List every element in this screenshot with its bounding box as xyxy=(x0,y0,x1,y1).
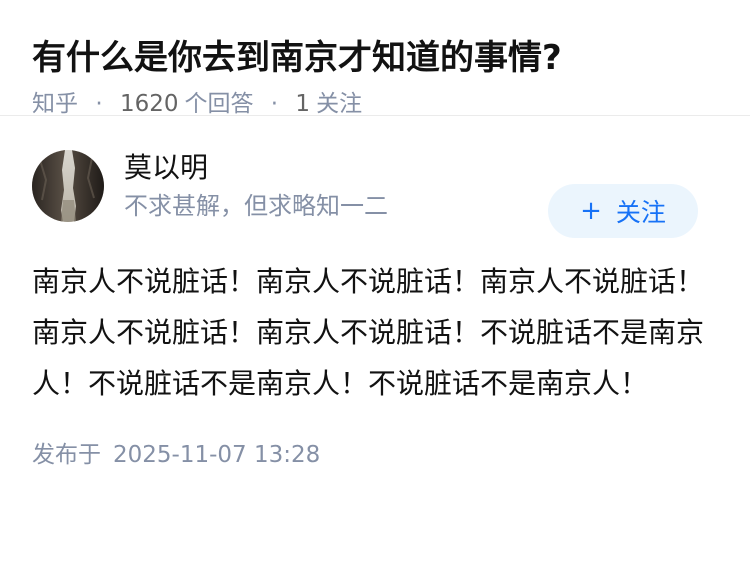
follow-button[interactable]: + 关注 xyxy=(548,184,698,238)
author-row: 莫以明 不求甚解，但求略知一二 + 关注 xyxy=(32,116,718,242)
publish-time: 2025-11-07 13:28 xyxy=(113,442,321,468)
source-label[interactable]: 知乎 xyxy=(32,91,78,117)
avatar[interactable] xyxy=(32,150,104,222)
publish-label: 发布于 xyxy=(32,442,101,468)
follow-button-label: 关注 xyxy=(615,198,666,227)
publish-info: 发布于 2025-11-07 13:28 xyxy=(32,439,718,471)
author-info: 莫以明 不求甚解，但求略知一二 xyxy=(124,150,388,222)
question-header: 有什么是你去到南京才知道的事情? 知乎 · 1620 个回答 · 1 关注 xyxy=(0,0,750,117)
answer-card: 莫以明 不求甚解，但求略知一二 + 关注 南京人不说脏话！南京人不说脏话！南京人… xyxy=(0,116,750,471)
avatar-image xyxy=(32,150,104,222)
follow-count-link[interactable]: 1 关注 xyxy=(295,91,362,117)
follow-count: 1 xyxy=(295,91,311,117)
answer-count: 1620 xyxy=(119,91,179,117)
answer-content: 南京人不说脏话！南京人不说脏话！南京人不说脏话！南京人不说脏话！南京人不说脏话！… xyxy=(32,265,705,400)
plus-icon: + xyxy=(580,196,602,226)
follow-count-label: 关注 xyxy=(316,91,363,117)
author-bio: 不求甚解，但求略知一二 xyxy=(124,192,388,220)
answer-count-label: 个回答 xyxy=(184,91,254,117)
question-title[interactable]: 有什么是你去到南京才知道的事情? xyxy=(32,34,718,82)
answer-count-link[interactable]: 1620 个回答 xyxy=(120,91,254,117)
author-name[interactable]: 莫以明 xyxy=(124,150,388,186)
